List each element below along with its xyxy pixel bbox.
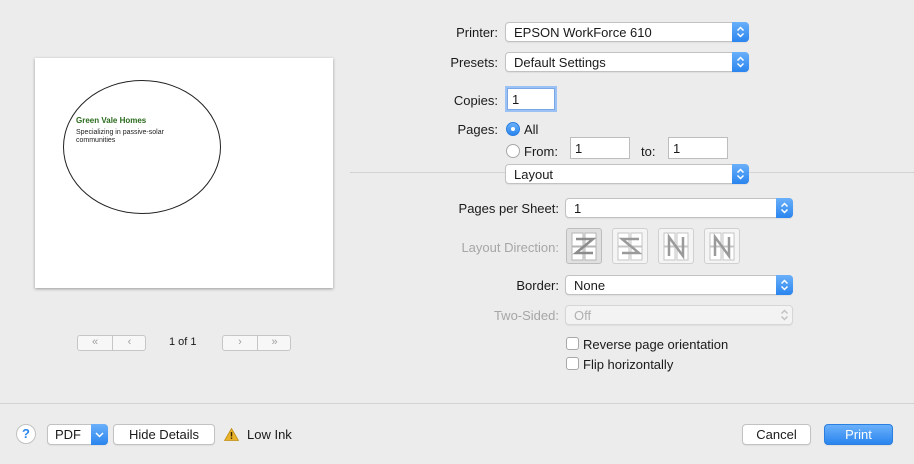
print-button[interactable]: Print: [824, 424, 893, 445]
layout-direction-s-button[interactable]: [612, 228, 648, 264]
page-indicator: 1 of 1: [169, 336, 197, 348]
pages-from-field[interactable]: 1: [570, 137, 630, 159]
chevron-down-icon: [91, 424, 108, 445]
chevron-updown-icon: [776, 275, 793, 295]
footer-divider: [0, 403, 914, 404]
first-page-button[interactable]: «: [78, 336, 112, 350]
help-icon: ?: [22, 426, 30, 441]
next-page-button[interactable]: ›: [223, 336, 257, 350]
pages-per-sheet-popup[interactable]: 1: [565, 198, 793, 218]
printer-popup[interactable]: EPSON WorkForce 610: [505, 22, 749, 42]
border-popup[interactable]: None: [565, 275, 793, 295]
warning-icon: [224, 428, 239, 441]
two-sided-label: Two-Sided:: [493, 308, 559, 323]
section-popup[interactable]: Layout: [505, 164, 749, 184]
flip-horizontally-label: Flip horizontally: [583, 357, 674, 372]
pages-to-label: to:: [641, 144, 656, 159]
company-tagline-line1: Specializing in passive-solar: [76, 129, 164, 136]
pages-all-label: All: [524, 122, 539, 137]
border-label: Border:: [516, 278, 559, 293]
layout-direction-n-button[interactable]: [658, 228, 694, 264]
low-ink-label: Low Ink: [247, 427, 292, 442]
layout-s-icon: [617, 232, 643, 261]
pdf-label: PDF: [55, 427, 81, 442]
logo-circle: [63, 80, 221, 214]
pages-label: Pages:: [457, 122, 498, 137]
pages-from-radio[interactable]: [506, 144, 520, 158]
section-value: Layout: [514, 167, 554, 182]
flip-horizontally-checkbox[interactable]: [566, 357, 579, 370]
company-tagline-line2: communities: [76, 137, 116, 144]
layout-direction-z-button[interactable]: [566, 228, 602, 264]
two-sided-value: Off: [574, 308, 592, 323]
chevron-updown-icon: [776, 198, 793, 218]
copies-field[interactable]: 1: [507, 88, 555, 110]
chevron-updown-icon: [732, 164, 749, 184]
pages-from-label: From:: [524, 144, 558, 159]
copies-label: Copies:: [453, 93, 498, 108]
preview-forward-nav: › »: [222, 335, 291, 351]
chevron-updown-icon: [776, 305, 793, 325]
layout-direction-label: Layout Direction:: [461, 240, 559, 255]
print-preview-page: Green Vale Homes Specializing in passive…: [35, 58, 333, 288]
two-sided-popup[interactable]: Off: [565, 305, 793, 325]
layout-n-reverse-icon: [709, 232, 735, 261]
pdf-menu-button[interactable]: PDF: [47, 424, 108, 445]
presets-popup[interactable]: Default Settings: [505, 52, 749, 72]
preview-back-nav: « ‹: [77, 335, 146, 351]
border-value: None: [574, 278, 606, 293]
pages-per-sheet-label: Pages per Sheet:: [458, 201, 559, 216]
pages-per-sheet-value: 1: [574, 201, 582, 216]
chevron-updown-icon: [732, 52, 749, 72]
reverse-orientation-label: Reverse page orientation: [583, 337, 729, 352]
pages-to-field[interactable]: 1: [668, 137, 728, 159]
previous-page-button[interactable]: ‹: [113, 336, 146, 350]
reverse-orientation-checkbox[interactable]: [566, 337, 579, 350]
hide-details-button[interactable]: Hide Details: [113, 424, 215, 445]
presets-value: Default Settings: [514, 55, 606, 70]
layout-z-icon: [571, 232, 597, 261]
printer-label: Printer:: [456, 25, 498, 40]
layout-n-icon: [663, 232, 689, 261]
company-name: Green Vale Homes: [76, 116, 147, 125]
chevron-updown-icon: [732, 22, 749, 42]
printer-value: EPSON WorkForce 610: [514, 25, 652, 40]
presets-label: Presets:: [450, 55, 498, 70]
cancel-button[interactable]: Cancel: [742, 424, 811, 445]
layout-direction-n-reverse-button[interactable]: [704, 228, 740, 264]
help-button[interactable]: ?: [16, 424, 36, 444]
pages-all-radio[interactable]: [506, 122, 520, 136]
last-page-button[interactable]: »: [258, 336, 291, 350]
